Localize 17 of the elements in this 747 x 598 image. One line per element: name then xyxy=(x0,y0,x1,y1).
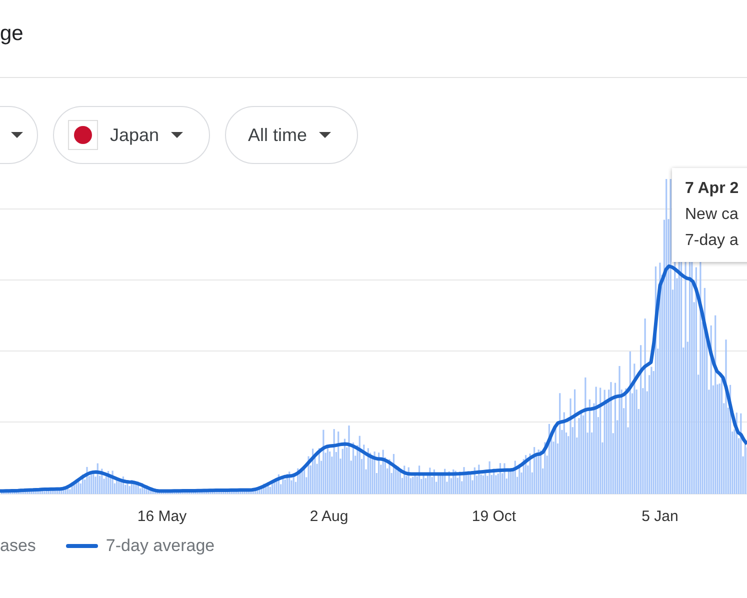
legend-label: 7-day average xyxy=(106,536,215,556)
page-title: ge xyxy=(0,22,24,46)
tooltip-text: 7-day a xyxy=(685,231,740,251)
caret-icon xyxy=(11,132,23,138)
axis-label: 5 Jan xyxy=(642,508,678,525)
flag-icon xyxy=(68,120,98,150)
axis-label: 19 Oct xyxy=(472,508,516,525)
tooltip-date: 7 Apr 2 xyxy=(685,179,740,199)
tooltip-text: New ca xyxy=(685,205,740,225)
caret-icon xyxy=(171,132,184,138)
legend-label: ases xyxy=(0,536,36,556)
time-range-dropdown[interactable]: All time xyxy=(225,106,358,164)
legend-line-icon xyxy=(66,544,98,548)
caret-icon xyxy=(319,132,332,138)
country-dropdown[interactable]: Japan xyxy=(53,106,210,164)
axis-label: 16 May xyxy=(137,508,187,525)
axis-label: 2 Aug xyxy=(310,508,348,525)
